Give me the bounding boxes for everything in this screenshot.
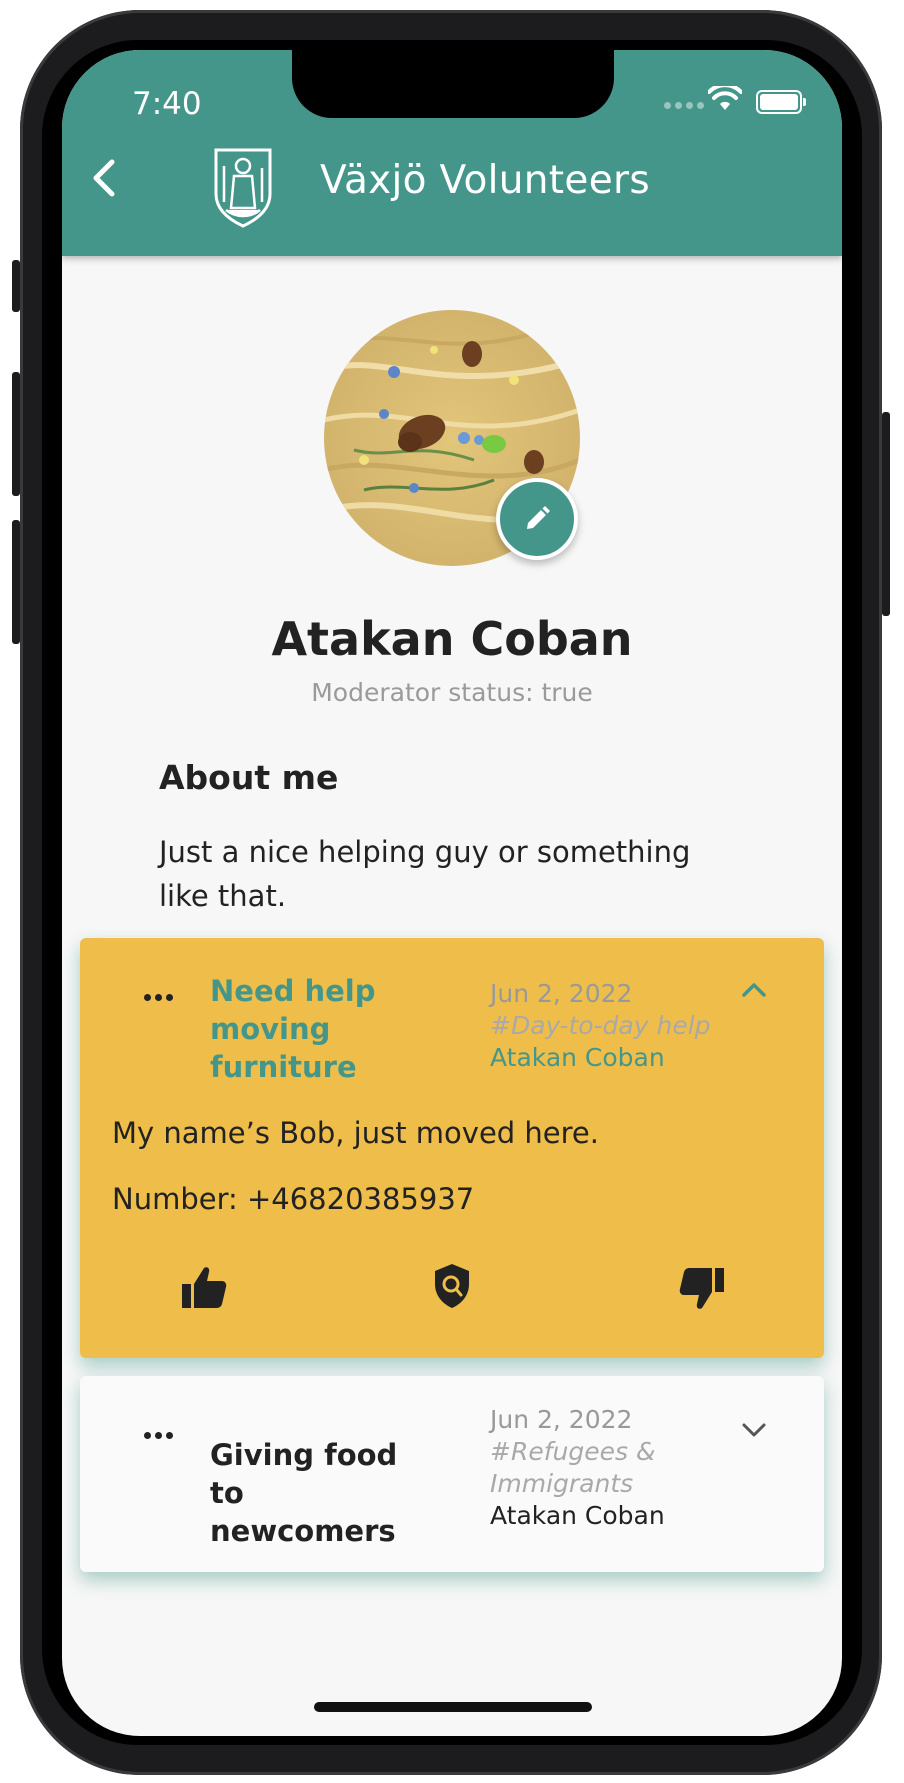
app-title: Växjö Volunteers xyxy=(320,158,650,203)
wifi-icon xyxy=(708,86,742,110)
volume-down-button xyxy=(12,520,20,644)
thumbs-down-icon[interactable] xyxy=(678,1266,726,1312)
post-author[interactable]: Atakan Coban xyxy=(490,1042,730,1074)
cellular-signal-icon xyxy=(664,102,704,109)
chevron-up-icon[interactable] xyxy=(740,980,768,1000)
status-time: 7:40 xyxy=(132,86,202,122)
post-date: Jun 2, 2022 xyxy=(490,979,633,1008)
post-body-line: My name’s Bob, just moved here. xyxy=(112,1116,599,1150)
back-arrow-icon[interactable] xyxy=(88,158,124,198)
battery-icon xyxy=(756,90,806,114)
post-date: Jun 2, 2022 xyxy=(490,1405,633,1434)
moderator-status: Moderator status: true xyxy=(311,678,593,707)
notch xyxy=(292,50,614,118)
edit-pencil-icon xyxy=(527,506,550,529)
edit-profile-button[interactable] xyxy=(496,478,578,560)
post-meta: Jun 2, 2022 #Refugees & Immigrants Ataka… xyxy=(490,1404,730,1532)
post-author[interactable]: Atakan Coban xyxy=(490,1500,730,1532)
post-title: Giving food to newcomers xyxy=(210,1438,398,1548)
post-body-line: Number: +46820385937 xyxy=(112,1182,475,1216)
app-screen: 7:40 Växjö Volunteers Atakan Coban Moder… xyxy=(62,50,842,1736)
mute-switch xyxy=(12,260,20,312)
volume-up-button xyxy=(12,372,20,496)
post-meta: Jun 2, 2022 #Day-to-day help Atakan Coba… xyxy=(490,978,730,1074)
profile-name: Atakan Coban xyxy=(271,612,633,666)
shield-search-icon[interactable] xyxy=(432,1262,472,1310)
post-category: #Refugees & Immigrants xyxy=(490,1437,656,1498)
post-title: Need help moving furniture xyxy=(210,974,376,1084)
chevron-down-icon[interactable] xyxy=(740,1420,768,1440)
more-dots-icon[interactable] xyxy=(144,994,173,1001)
post-category: #Day-to-day help xyxy=(490,1011,711,1040)
more-dots-icon[interactable] xyxy=(144,1432,173,1439)
about-text: Just a nice helping guy or something lik… xyxy=(159,835,691,913)
post-card[interactable]: Giving food to newcomers Jun 2, 2022 #Re… xyxy=(80,1376,824,1572)
thumbs-up-icon[interactable] xyxy=(180,1264,228,1310)
home-indicator[interactable] xyxy=(314,1702,592,1712)
town-crest-logo-icon xyxy=(214,148,272,228)
power-button xyxy=(882,412,890,616)
about-heading: About me xyxy=(159,758,339,797)
post-card[interactable]: Need help moving furniture Jun 2, 2022 #… xyxy=(80,938,824,1358)
